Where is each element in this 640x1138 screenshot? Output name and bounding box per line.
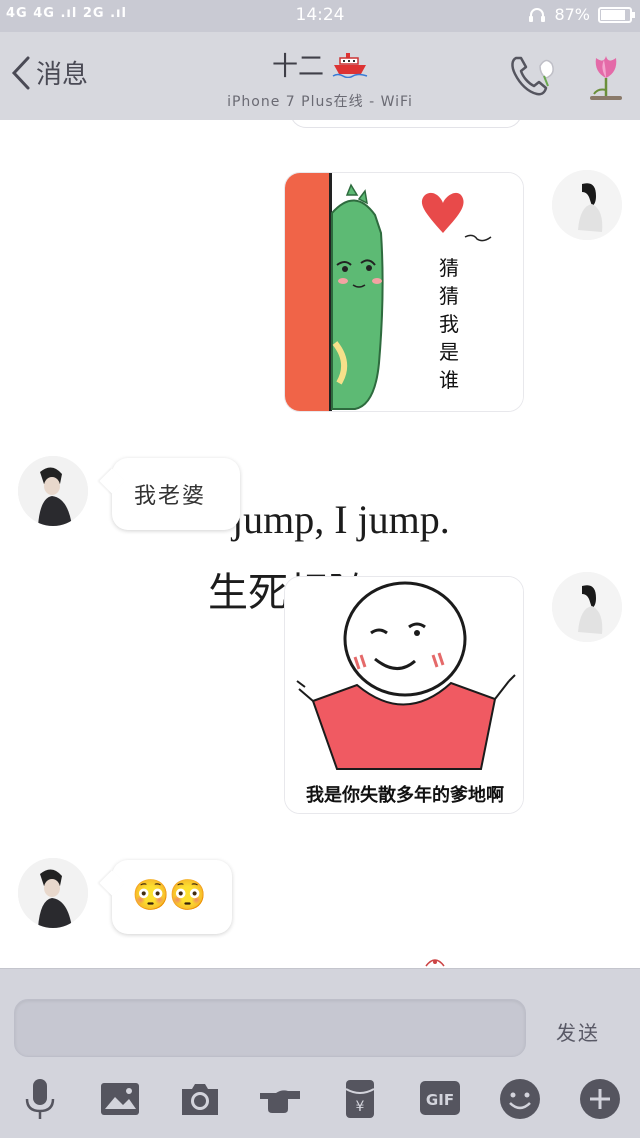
battery-percent: 87%	[554, 5, 590, 24]
input-panel: 发送 ¥ GIF	[0, 968, 640, 1138]
decoration-icon	[425, 959, 445, 967]
image-button[interactable]	[98, 1077, 142, 1121]
contact-avatar[interactable]	[18, 858, 88, 928]
battery-icon	[598, 6, 635, 23]
camera-button[interactable]	[178, 1077, 222, 1121]
previous-message-card	[290, 120, 522, 128]
voice-button[interactable]	[18, 1077, 62, 1121]
contact-avatar[interactable]	[18, 456, 88, 526]
svg-text:谁: 谁	[439, 368, 459, 392]
phone-call-icon[interactable]	[506, 52, 558, 100]
sticker-message[interactable]: 猜 猜 我 是 谁	[284, 172, 524, 412]
contact-name: 十二	[271, 52, 324, 82]
avatar-image	[552, 572, 622, 642]
gif-icon: GIF	[420, 1081, 460, 1115]
input-toolbar: ¥ GIF	[0, 1073, 640, 1133]
image-icon	[101, 1083, 139, 1115]
dragon-peek-sticker: 猜 猜 我 是 谁	[285, 173, 523, 411]
message-bubble[interactable]: 我老婆	[99, 458, 240, 530]
message-list[interactable]: jump, I jump. 生死相随 猜 猜	[0, 120, 640, 968]
ship-icon	[332, 52, 368, 78]
battery-status: 87%	[528, 5, 635, 24]
svg-text:¥: ¥	[356, 1099, 365, 1115]
emoji-button[interactable]	[498, 1077, 542, 1121]
camera-icon	[182, 1084, 218, 1115]
message-bubble[interactable]: 😳😳	[99, 860, 232, 934]
poke-button[interactable]	[258, 1077, 302, 1121]
more-button[interactable]	[578, 1077, 622, 1121]
avatar-image	[18, 456, 88, 526]
my-avatar[interactable]	[552, 170, 622, 240]
message-text: 我老婆	[134, 484, 207, 509]
emoji-icon	[500, 1079, 540, 1119]
status-bar: 4G 4G .ıl 2G .ıl 14:24 87%	[0, 0, 640, 32]
sticker-message[interactable]: 我是你失散多年的爹地啊	[284, 576, 524, 814]
headset-icon	[529, 7, 546, 22]
flower-menu-icon[interactable]	[584, 50, 628, 102]
emoji-text: 😳😳	[132, 878, 207, 913]
daddy-sticker: 我是你失散多年的爹地啊	[285, 577, 523, 813]
svg-text:猜: 猜	[439, 284, 459, 308]
poke-icon	[260, 1090, 300, 1113]
background-text-line: jump, I jump.	[232, 497, 450, 542]
red-packet-button[interactable]: ¥	[338, 1077, 382, 1121]
plus-icon	[580, 1079, 620, 1119]
gif-button[interactable]: GIF	[418, 1077, 462, 1121]
send-button[interactable]: 发送	[556, 1017, 600, 1046]
message-input[interactable]	[14, 999, 526, 1057]
chat-header: 消息 十二 iPhone 7 Plus在线 - WiFi	[0, 32, 640, 120]
red-packet-icon: ¥	[345, 1080, 375, 1118]
svg-text:猜: 猜	[439, 256, 459, 280]
svg-text:是: 是	[439, 340, 459, 364]
avatar-image	[552, 170, 622, 240]
svg-text:我: 我	[439, 312, 459, 336]
mic-icon	[25, 1079, 55, 1119]
avatar-image	[18, 858, 88, 928]
svg-text:GIF: GIF	[426, 1091, 454, 1109]
my-avatar[interactable]	[552, 572, 622, 642]
svg-text:我是你失散多年的爹地啊: 我是你失散多年的爹地啊	[306, 784, 504, 806]
